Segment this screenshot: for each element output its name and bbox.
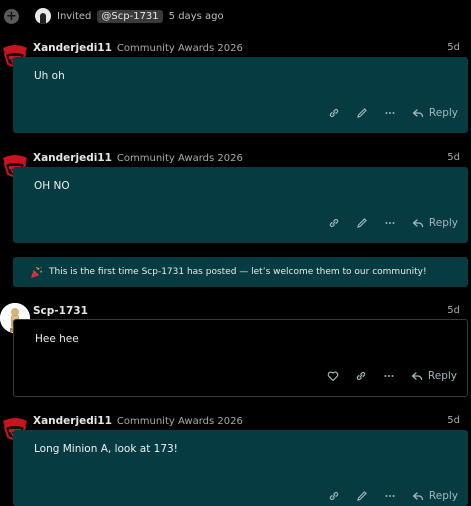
- edit-pencil-icon[interactable]: [356, 107, 368, 119]
- invited-user-avatar[interactable]: [35, 8, 51, 24]
- reply-button[interactable]: Reply: [412, 490, 458, 502]
- post-body: Uh oh Reply: [13, 57, 468, 133]
- user-flair: Community Awards 2026: [116, 152, 243, 164]
- edit-pencil-icon[interactable]: [356, 217, 368, 229]
- post-actions: Reply: [328, 215, 458, 231]
- reply-arrow-icon: [411, 372, 423, 381]
- invite-time: 5 days ago: [168, 10, 224, 22]
- user-flair: Community Awards 2026: [116, 415, 243, 427]
- username[interactable]: Xanderjedi11: [33, 42, 112, 54]
- reply-label: Reply: [427, 370, 457, 382]
- post-text: Long Minion A, look at 173!: [34, 443, 178, 455]
- post-date[interactable]: 5d: [447, 40, 460, 56]
- username[interactable]: Scp-1731: [33, 305, 88, 317]
- username[interactable]: Xanderjedi11: [33, 152, 112, 164]
- link-icon[interactable]: [328, 490, 340, 502]
- post-header: Xanderjedi11 Community Awards 2026: [33, 40, 243, 56]
- post-date[interactable]: 5d: [447, 303, 460, 319]
- invite-verb: Invited: [57, 10, 92, 22]
- link-icon[interactable]: [328, 217, 340, 229]
- post-actions: Reply: [327, 368, 457, 384]
- reply-arrow-icon: [412, 219, 424, 228]
- more-options-icon[interactable]: [384, 217, 396, 229]
- welcome-text: This is the first time Scp-1731 has post…: [49, 267, 427, 277]
- post-date[interactable]: 5d: [447, 413, 460, 429]
- like-heart-icon[interactable]: [327, 370, 339, 382]
- reply-button[interactable]: Reply: [412, 217, 458, 229]
- reply-button[interactable]: Reply: [412, 107, 458, 119]
- post-text: Uh oh: [34, 70, 65, 82]
- post-body: Long Minion A, look at 173! Reply: [13, 430, 468, 506]
- reply-label: Reply: [428, 217, 458, 229]
- post-actions: Reply: [328, 488, 458, 504]
- first-post-welcome-banner: This is the first time Scp-1731 has post…: [13, 257, 468, 287]
- more-options-icon[interactable]: [383, 370, 395, 382]
- username[interactable]: Xanderjedi11: [33, 415, 112, 427]
- user-mention-link[interactable]: @Scp-1731: [97, 9, 163, 23]
- post-header: Xanderjedi11 Community Awards 2026: [33, 413, 243, 429]
- reply-button[interactable]: Reply: [411, 370, 457, 382]
- link-icon[interactable]: [355, 370, 367, 382]
- post-body: Hee hee Reply: [13, 319, 468, 397]
- party-popper-icon: [30, 266, 43, 278]
- post-header: Xanderjedi11 Community Awards 2026: [33, 150, 243, 166]
- link-icon[interactable]: [328, 107, 340, 119]
- invite-event-row: + Invited @Scp-1731 5 days ago: [4, 6, 224, 26]
- post-text: Hee hee: [35, 333, 79, 345]
- plus-icon: +: [4, 8, 19, 24]
- more-options-icon[interactable]: [384, 490, 396, 502]
- more-options-icon[interactable]: [384, 107, 396, 119]
- post-header: Scp-1731: [33, 303, 88, 319]
- edit-pencil-icon[interactable]: [356, 490, 368, 502]
- reply-arrow-icon: [412, 492, 424, 501]
- post-body: OH NO Reply: [13, 167, 468, 243]
- reply-label: Reply: [428, 107, 458, 119]
- user-flair: Community Awards 2026: [116, 42, 243, 54]
- reply-label: Reply: [428, 490, 458, 502]
- post-date[interactable]: 5d: [447, 150, 460, 166]
- post-actions: Reply: [328, 105, 458, 121]
- reply-arrow-icon: [412, 109, 424, 118]
- post-text: OH NO: [34, 180, 70, 192]
